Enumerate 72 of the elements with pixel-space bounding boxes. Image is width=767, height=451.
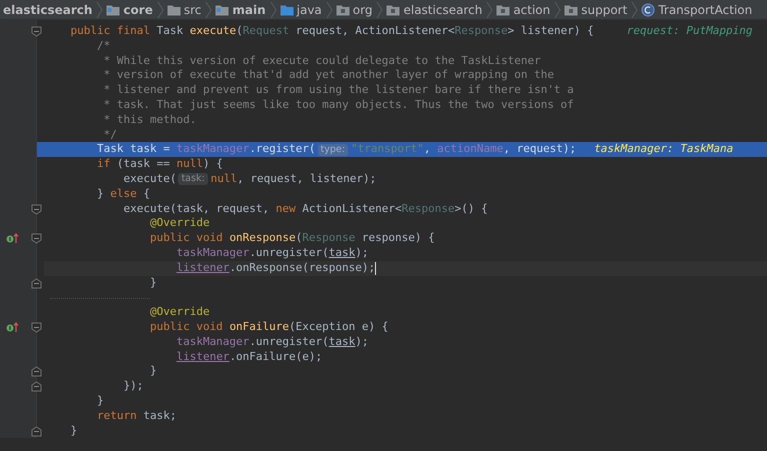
code-text: @Override: [148, 305, 210, 320]
breadcrumb-item[interactable]: action: [493, 2, 554, 16]
code-text: }: [148, 364, 157, 380]
code-text: }: [96, 394, 104, 409]
fold-icon[interactable]: [31, 26, 42, 37]
fold-end-icon[interactable]: [31, 366, 42, 378]
code-text: null, request, listener);: [210, 172, 376, 187]
parameter-hint: task:: [178, 173, 208, 186]
chevron-icon: [486, 0, 494, 18]
code-text: * this method.: [102, 112, 196, 128]
code-text: public void onResponse(Response response) {: [148, 231, 435, 246]
code-text: * listener and prevent us from using the listener bare if there isn't a: [102, 83, 574, 98]
code-text: }: [148, 276, 157, 290]
breadcrumb-item[interactable]: java: [276, 2, 326, 16]
code-text: */: [102, 128, 117, 142]
code-text: /*: [96, 38, 110, 54]
breadcrumb-item[interactable]: elasticsearch: [0, 2, 96, 16]
package-icon: [336, 4, 350, 16]
breadcrumb-item[interactable]: org: [332, 2, 376, 16]
code-text: @Override: [148, 216, 210, 232]
code-text: execute(: [122, 172, 176, 187]
code-text: taskManager.unregister(task);: [175, 246, 369, 261]
inline-value-hint: request: PutMapping: [626, 24, 753, 39]
code-text: listener.onResponse(response);: [175, 260, 376, 276]
fold-end-icon[interactable]: [31, 381, 42, 392]
folder-icon: [166, 4, 181, 16]
breadcrumb-item[interactable]: TransportAction: [638, 2, 756, 16]
code-text: "transport", actionName, request);: [350, 142, 576, 158]
fold-end-icon[interactable]: [31, 426, 42, 437]
chevron-icon: [270, 0, 277, 18]
code-text: Task task = taskManager.register(: [96, 142, 316, 158]
code-text: } else {: [96, 186, 150, 202]
fold-icon[interactable]: [31, 233, 42, 244]
code-text: if (task == null) {: [96, 157, 223, 172]
folder-icon: [280, 4, 294, 16]
override-icon[interactable]: [6, 233, 19, 244]
breadcrumb-item[interactable]: support: [561, 2, 632, 16]
inline-value-hint: taskManager: TaskMana: [594, 142, 734, 158]
code-text: * While this version of execute could delegate to the TaskListener: [102, 54, 541, 68]
package-icon: [496, 4, 510, 16]
code-text: * task. That just seems like too many objects. Thus the two versions of: [102, 98, 574, 113]
package-icon: [564, 4, 578, 16]
code-text: public final Task execute(Request request, ActionListener<Response> listener) {: [69, 24, 594, 39]
text-cursor: [375, 262, 376, 275]
code-text: }: [69, 424, 78, 438]
package-icon: [386, 4, 400, 16]
code-text: taskManager.unregister(task);: [175, 334, 369, 350]
fold-end-icon[interactable]: [31, 278, 42, 289]
breadcrumb-item[interactable]: core: [103, 2, 157, 16]
chevron-icon: [631, 0, 638, 18]
chevron-icon: [554, 0, 562, 18]
code-text: public void onFailure(Exception e) {: [148, 320, 388, 335]
breadcrumb-item[interactable]: main: [212, 2, 270, 16]
code-text: listener.onFailure(e);: [175, 350, 322, 364]
chevron-icon: [376, 0, 384, 18]
override-icon[interactable]: [6, 322, 19, 333]
code-text: });: [122, 379, 144, 394]
code-text: return task;: [96, 408, 176, 424]
class-icon: [641, 2, 656, 16]
fold-icon[interactable]: [31, 204, 42, 215]
folder-icon: [106, 4, 120, 16]
chevron-icon: [96, 0, 104, 18]
chevron-icon: [205, 0, 212, 18]
chevron-icon: [156, 0, 164, 18]
code-text: execute(task, request, new ActionListener<Response>() {: [122, 202, 488, 216]
folder-icon: [215, 4, 230, 16]
parameter-hint: type:: [318, 144, 348, 156]
breadcrumb-item[interactable]: elasticsearch: [383, 2, 486, 16]
breadcrumb-item[interactable]: src: [164, 2, 206, 16]
code-text: * version of execute that'd add yet another layer of wrapping on the: [102, 68, 554, 84]
fold-icon[interactable]: [31, 322, 42, 333]
chevron-icon: [326, 0, 333, 18]
